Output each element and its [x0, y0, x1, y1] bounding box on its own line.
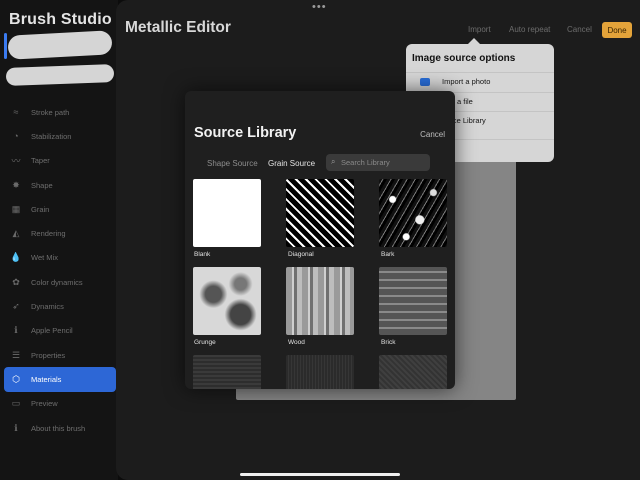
texture-label: Bark	[381, 251, 395, 258]
sidebar-item-label: Preview	[31, 399, 58, 409]
sidebar-item-label: Stabilization	[31, 131, 72, 141]
texture-tile-brick[interactable]	[379, 267, 447, 335]
sidebar-item-properties[interactable]: ☰ Properties	[4, 343, 116, 367]
shape-icon: ✸	[12, 179, 20, 190]
import-photo-option[interactable]: Import a photo	[406, 72, 554, 90]
wet-mix-icon: 💧	[10, 252, 22, 263]
grain-icon: ▦	[11, 203, 21, 214]
texture-tile-diagonal[interactable]	[286, 179, 354, 247]
done-button[interactable]: Done	[602, 22, 632, 38]
brush-settings-nav: ≈ Stroke path ◔ Stabilization 〰 Taper ✸ Shap…	[4, 100, 116, 440]
home-indicator[interactable]	[240, 473, 400, 476]
sidebar-item-label: Color dynamics	[31, 277, 83, 287]
brush-stroke-preview-2[interactable]	[5, 64, 115, 86]
sidebar-item-label: Stroke path	[31, 107, 70, 117]
sidebar-item-preview[interactable]: ▭ Preview	[4, 392, 116, 416]
texture-tile-blank[interactable]	[193, 179, 261, 247]
popover-title: Image source options	[412, 53, 516, 64]
texture-tile[interactable]	[379, 355, 447, 389]
dynamics-icon: ➶	[12, 301, 20, 312]
app-title: Brush Studio	[9, 11, 112, 28]
sidebar-item-grain[interactable]: ▦ Grain	[4, 197, 116, 221]
sidebar-item-rendering[interactable]: ◭ Rendering	[4, 221, 116, 245]
stabilization-icon: ◔	[13, 131, 19, 142]
tab-grain-source[interactable]: Grain Source	[268, 159, 315, 168]
sidebar-item-label: Shape	[31, 180, 53, 190]
texture-tile-bark[interactable]	[379, 179, 447, 247]
sidebar-item-label: About this brush	[31, 423, 86, 433]
cancel-button[interactable]: Cancel	[567, 25, 592, 34]
selected-brush-indicator	[4, 33, 7, 59]
rendering-icon: ◭	[12, 228, 20, 239]
sidebar-item-label: Grain	[31, 204, 50, 214]
sidebar-item-stroke-path[interactable]: ≈ Stroke path	[4, 100, 116, 124]
stroke-path-icon: ≈	[13, 107, 19, 118]
editor-title: Metallic Editor	[125, 19, 231, 36]
sidebar-item-taper[interactable]: 〰 Taper	[4, 149, 116, 173]
option-label: Import a photo	[442, 77, 491, 86]
texture-label: Blank	[194, 251, 211, 258]
sidebar-item-label: Materials	[31, 374, 62, 384]
search-input[interactable]	[341, 156, 425, 168]
more-options-icon[interactable]: •••	[312, 1, 327, 13]
preview-icon: ▭	[11, 398, 21, 409]
texture-label: Wood	[288, 339, 305, 346]
texture-label: Brick	[381, 339, 396, 346]
texture-label: Diagonal	[288, 251, 314, 258]
sidebar-item-label: Taper	[31, 156, 50, 166]
library-cancel-button[interactable]: Cancel	[420, 130, 445, 139]
sidebar-item-label: Wet Mix	[31, 253, 58, 263]
materials-icon: ⬡	[12, 373, 20, 384]
properties-icon: ☰	[11, 349, 21, 360]
sidebar-item-color-dynamics[interactable]: ✿ Color dynamics	[4, 270, 116, 294]
sidebar-item-label: Apple Pencil	[31, 326, 73, 336]
taper-icon: 〰	[11, 156, 21, 167]
sidebar-item-apple-pencil[interactable]: ℹ Apple Pencil	[4, 319, 116, 343]
brush-studio-sidebar: Brush Studio ≈ Stroke path ◔ Stabilization…	[0, 0, 118, 480]
sidebar-item-label: Properties	[31, 350, 66, 360]
texture-tile[interactable]	[193, 355, 261, 389]
texture-label: Grunge	[194, 339, 216, 346]
tab-shape-source[interactable]: Shape Source	[207, 159, 258, 168]
sidebar-item-materials[interactable]: ⬡ Materials	[4, 367, 116, 392]
texture-tile-grunge[interactable]	[193, 267, 261, 335]
search-icon: ⌕	[331, 157, 336, 166]
modal-title: Source Library	[194, 125, 297, 141]
sidebar-item-about-this-brush[interactable]: ℹ About this brush	[4, 416, 116, 440]
photo-icon	[420, 77, 430, 86]
source-library-modal: Source Library Cancel Shape Source Grain…	[185, 91, 455, 389]
auto-repeat-button[interactable]: Auto repeat	[509, 25, 550, 34]
texture-tile-wood[interactable]	[286, 267, 354, 335]
sidebar-item-stabilization[interactable]: ◔ Stabilization	[4, 124, 116, 148]
sidebar-item-dynamics[interactable]: ➶ Dynamics	[4, 294, 116, 318]
search-field[interactable]: ⌕	[326, 154, 430, 171]
about-icon: ℹ	[14, 422, 18, 433]
sidebar-item-shape[interactable]: ✸ Shape	[4, 173, 116, 197]
sidebar-item-label: Rendering	[31, 229, 66, 239]
import-button[interactable]: Import	[468, 25, 491, 34]
apple-pencil-icon: ℹ	[14, 325, 18, 336]
color-dynamics-icon: ✿	[12, 276, 20, 287]
sidebar-item-wet-mix[interactable]: 💧 Wet Mix	[4, 246, 116, 270]
sidebar-item-label: Dynamics	[31, 302, 64, 312]
texture-tile[interactable]	[286, 355, 354, 389]
brush-stroke-preview-1[interactable]	[7, 30, 113, 60]
